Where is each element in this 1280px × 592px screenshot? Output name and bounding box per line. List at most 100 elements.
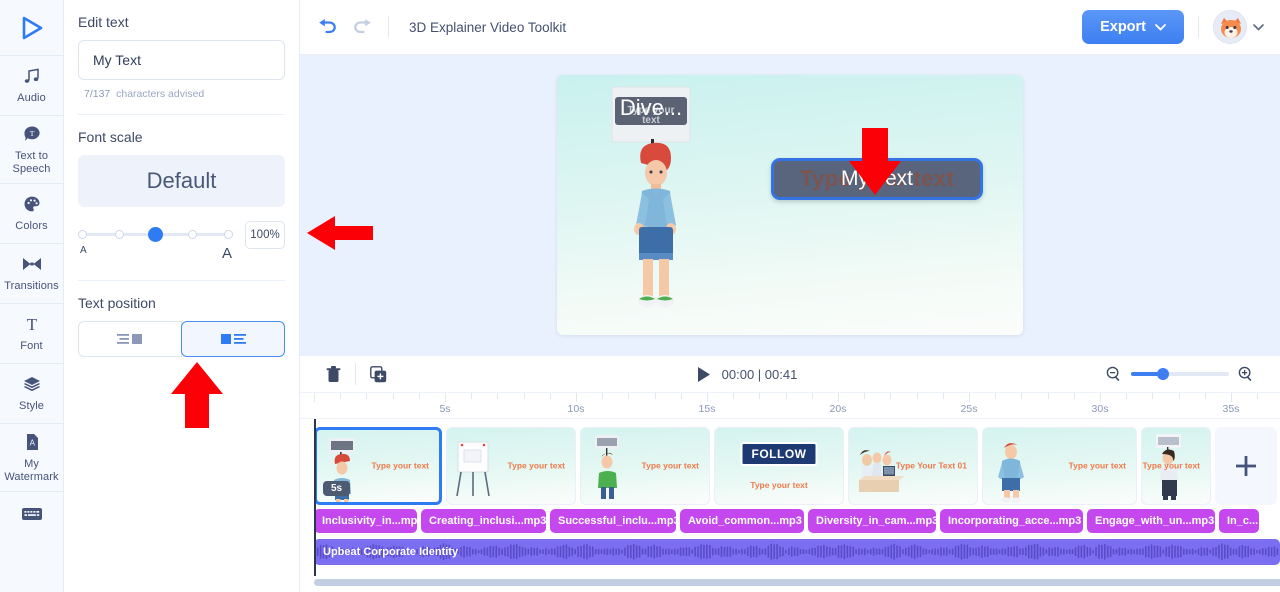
- sidebar-item-audio[interactable]: Audio: [0, 56, 63, 116]
- redo-arrow-icon: [354, 19, 371, 34]
- ruler-tick: [1257, 393, 1259, 399]
- clip-thumbnail-easel-board: [456, 441, 490, 497]
- sidebar-item-style[interactable]: Style: [0, 364, 63, 424]
- transitions-bowtie-icon: [21, 254, 43, 276]
- sidebar-item-colors[interactable]: Colors: [0, 184, 63, 244]
- redo-button[interactable]: [352, 18, 374, 36]
- character-count: 7/137: [84, 88, 111, 100]
- voiceover-clip[interactable]: Creating_inclusi...mp3: [421, 509, 546, 533]
- ruler-tick: [445, 393, 446, 402]
- voiceover-clip[interactable]: Inclusivity_in...mp3: [314, 509, 417, 533]
- undo-button[interactable]: [316, 18, 338, 36]
- timeline-clip[interactable]: Type your text: [446, 427, 576, 505]
- voiceover-clip[interactable]: Successful_inclu...mp3: [550, 509, 676, 533]
- divider: [78, 280, 285, 281]
- waveform: [314, 543, 1279, 561]
- align-text-left-block-right-icon: [117, 334, 142, 344]
- sidebar-item-my-watermark[interactable]: A My Watermark: [0, 424, 63, 492]
- ruler-tick: [1231, 393, 1232, 402]
- video-editor-app: Audio T Text to Speech Colors Transition…: [0, 0, 1280, 592]
- sidebar-item-label: Text to Speech: [12, 150, 51, 175]
- svg-text:T: T: [26, 315, 37, 334]
- timeline-ruler[interactable]: 5s 10s 15s 20s 25s 30s 35s: [300, 393, 1280, 419]
- keyboard-icon: [21, 506, 43, 528]
- account-menu[interactable]: [1213, 10, 1264, 44]
- slider-notch: [224, 230, 233, 239]
- sidebar-item-label: Colors: [15, 220, 48, 233]
- clip-text: Type your text: [371, 460, 429, 471]
- voiceover-clip[interactable]: Avoid_common...mp3: [680, 509, 804, 533]
- play-button[interactable]: [696, 366, 711, 383]
- ruler-tick: [969, 393, 970, 402]
- ruler-tick: [995, 393, 997, 399]
- ruler-tick: [759, 393, 761, 399]
- ruler-tick: [1021, 393, 1023, 399]
- svg-text:A: A: [29, 439, 35, 448]
- ruler-tick: [576, 393, 577, 402]
- timeline-clip[interactable]: FOLLOW Type your text: [714, 427, 844, 505]
- ruler-tick: [654, 393, 656, 399]
- add-clip-button[interactable]: [1215, 427, 1277, 505]
- zoom-slider[interactable]: [1131, 368, 1229, 380]
- voiceover-clip[interactable]: Engage_with_un...mp3: [1087, 509, 1215, 533]
- main-area: 3D Explainer Video Toolkit Export Type y…: [300, 0, 1280, 592]
- text-position-right-button[interactable]: [78, 321, 182, 357]
- history-controls: [316, 18, 374, 36]
- timeline-clip[interactable]: Type your text: [982, 427, 1137, 505]
- font-scale-slider[interactable]: [78, 222, 235, 248]
- timeline-clip[interactable]: Type your text: [1141, 427, 1211, 505]
- music-note-icon: [22, 66, 42, 88]
- zoom-slider-thumb[interactable]: [1157, 368, 1169, 380]
- timeline-clip[interactable]: Type Your Text 01: [848, 427, 978, 505]
- toolbar-divider: [355, 363, 356, 385]
- delete-clip-button[interactable]: [326, 365, 341, 383]
- clip-text: Type your text: [641, 460, 699, 471]
- text-position-left-button[interactable]: [181, 321, 285, 357]
- slider-notch: [188, 230, 197, 239]
- video-clip-track: Type your text 5s Type your text Type your …: [300, 427, 1277, 505]
- ruler-tick: [602, 393, 604, 399]
- zoom-out-button[interactable]: [1106, 366, 1122, 382]
- zoom-in-button[interactable]: [1238, 366, 1254, 382]
- voiceover-clip[interactable]: Incorporating_acce...mp3: [940, 509, 1083, 533]
- ruler-tick: [890, 393, 892, 399]
- timeline-clip[interactable]: Type your text 5s: [314, 427, 442, 505]
- slider-thumb[interactable]: [148, 227, 163, 242]
- clip-follow-badge: FOLLOW: [740, 442, 818, 466]
- timeline-clip[interactable]: Type your text: [580, 427, 710, 505]
- ruler-tick: [916, 393, 918, 399]
- trash-icon: [326, 365, 341, 382]
- duplicate-icon: [370, 365, 387, 382]
- playhead[interactable]: [314, 419, 316, 576]
- play-icon: [697, 366, 710, 382]
- block-left-align-text-right-icon: [221, 334, 246, 344]
- font-scale-preview[interactable]: Default: [78, 155, 285, 207]
- preview-stage: Type your text Dive... Type text My Text: [300, 55, 1280, 355]
- video-canvas[interactable]: Type your text Dive... Type text My Text: [557, 75, 1023, 335]
- duplicate-clip-button[interactable]: [370, 365, 387, 383]
- music-track-label: Upbeat Corporate Identity: [323, 546, 459, 558]
- voiceover-clip[interactable]: In_c...: [1219, 509, 1259, 533]
- sidebar-item-keyboard-shortcuts[interactable]: [0, 492, 63, 546]
- zoom-in-icon: [1238, 366, 1252, 381]
- scene-character-with-sign: Type your text Dive...: [611, 81, 701, 331]
- export-button[interactable]: Export: [1082, 10, 1184, 44]
- time-display: 00:00 | 00:41: [721, 366, 798, 382]
- divider: [78, 114, 285, 115]
- sidebar-item-font[interactable]: T Font: [0, 304, 63, 364]
- timeline-horizontal-scrollbar[interactable]: [314, 579, 1280, 586]
- sidebar-item-text-to-speech[interactable]: T Text to Speech: [0, 116, 63, 184]
- ruler-tick: [1152, 393, 1154, 399]
- svg-text:Dive...: Dive...: [620, 95, 682, 120]
- app-logo[interactable]: [0, 0, 63, 56]
- edit-text-input[interactable]: My Text: [78, 40, 285, 80]
- voiceover-clip[interactable]: Diversity_in_cam...mp3: [808, 509, 936, 533]
- font-scale-percent[interactable]: 100%: [245, 221, 285, 249]
- music-track[interactable]: Upbeat Corporate Identity: [314, 539, 1280, 565]
- sidebar-item-transitions[interactable]: Transitions: [0, 244, 63, 304]
- ruler-tick: [864, 393, 866, 399]
- ruler-label: 5s: [439, 403, 451, 415]
- project-title[interactable]: 3D Explainer Video Toolkit: [409, 20, 566, 35]
- speech-bubble-t-icon: T: [22, 124, 42, 146]
- ruler-tick: [838, 393, 839, 402]
